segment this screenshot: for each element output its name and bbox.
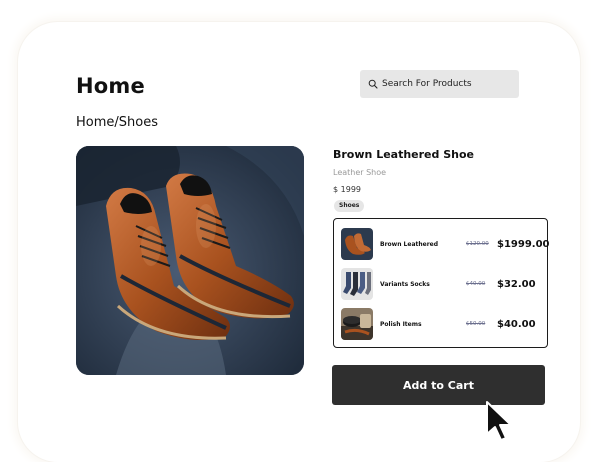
- item-name: Variants Socks: [380, 280, 430, 288]
- item-old-price: $40.00: [466, 281, 486, 287]
- category-tag[interactable]: Shoes: [334, 200, 365, 212]
- breadcrumb[interactable]: Home/Shoes: [76, 115, 158, 130]
- search-placeholder: Search For Products: [382, 79, 472, 89]
- add-to-cart-button[interactable]: Add to Cart: [332, 365, 545, 405]
- shoe-polish-thumbnail-icon: [341, 308, 373, 340]
- item-price: $40.00: [497, 318, 536, 330]
- item-old-price: $50.00: [466, 321, 486, 327]
- product-image: [76, 146, 304, 375]
- list-item[interactable]: Variants Socks $40.00 $32.00: [334, 268, 547, 300]
- brown-shoes-thumbnail-icon: [341, 228, 373, 260]
- related-items-list: Brown Leathered $120.00 $1999.00 Variant…: [333, 218, 550, 348]
- page-title: Home: [76, 74, 145, 98]
- item-name: Polish Items: [380, 320, 422, 328]
- cursor-pointer-icon: [486, 401, 512, 441]
- item-old-price: $120.00: [466, 241, 489, 247]
- product-subtitle: Leather Shoe: [333, 168, 387, 177]
- item-name: Brown Leathered: [380, 240, 439, 248]
- product-name: Brown Leathered Shoe: [333, 148, 474, 161]
- product-price: $ 1999: [333, 185, 361, 194]
- search-input[interactable]: Search For Products: [360, 70, 519, 98]
- item-price: $32.00: [497, 278, 536, 290]
- list-item[interactable]: Brown Leathered $120.00 $1999.00: [334, 228, 550, 260]
- socks-thumbnail-icon: [341, 268, 373, 300]
- search-icon: [368, 79, 378, 89]
- item-price: $1999.00: [497, 238, 550, 250]
- list-item[interactable]: Polish Items $50.00 $40.00: [334, 308, 547, 340]
